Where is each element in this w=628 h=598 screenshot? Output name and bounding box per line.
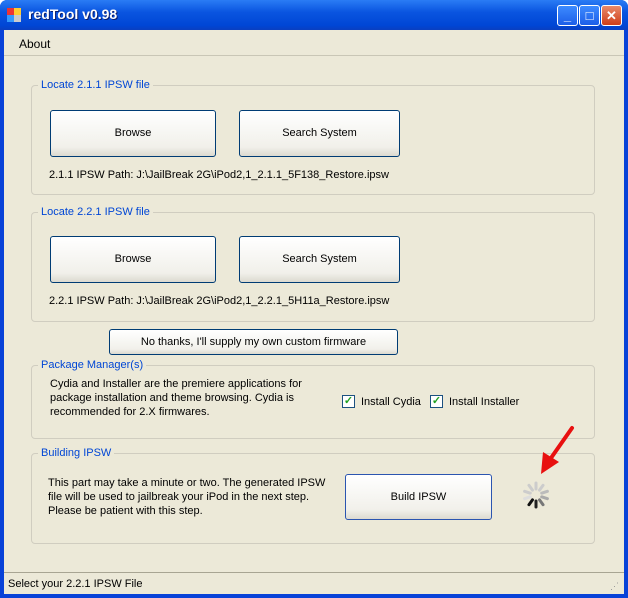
menu-about[interactable]: About xyxy=(19,37,50,51)
building-description: This part may take a minute or two. The … xyxy=(48,476,325,518)
maximize-button[interactable]: □ xyxy=(579,5,600,26)
status-bar: Select your 2.2.1 IPSW File ⋰ xyxy=(4,572,624,594)
path-211: 2.1.1 IPSW Path: J:\JailBreak 2G\iPod2,1… xyxy=(49,169,389,181)
install-cydia-checkbox[interactable]: ✓ xyxy=(342,395,355,408)
text-line: package installation and theme browsing.… xyxy=(50,392,294,404)
group-title: Building IPSW xyxy=(38,447,115,459)
package-description: Cydia and Installer are the premiere app… xyxy=(50,377,302,419)
group-locate-211: Locate 2.1.1 IPSW file Browse Search Sys… xyxy=(31,79,595,195)
app-icon xyxy=(7,8,21,22)
app-window: redTool v0.98 _ □ ✕ About Locate 2.1.1 I… xyxy=(0,0,628,598)
group-title: Package Manager(s) xyxy=(38,359,147,371)
status-text: Select your 2.2.1 IPSW File xyxy=(8,578,143,590)
install-installer-label[interactable]: Install Installer xyxy=(449,395,519,409)
red-arrow-annotation xyxy=(541,426,574,474)
browse-211-button[interactable]: Browse xyxy=(50,110,216,157)
close-button[interactable]: ✕ xyxy=(601,5,622,26)
minimize-button[interactable]: _ xyxy=(557,5,578,26)
text-line: Cydia and Installer are the premiere app… xyxy=(50,378,302,390)
search-system-211-button[interactable]: Search System xyxy=(239,110,400,157)
group-title: Locate 2.1.1 IPSW file xyxy=(38,79,153,91)
title-bar[interactable]: redTool v0.98 _ □ ✕ xyxy=(0,0,628,30)
resize-grip-icon[interactable]: ⋰ xyxy=(610,581,619,592)
group-locate-221: Locate 2.2.1 IPSW file Browse Search Sys… xyxy=(31,206,595,322)
search-system-221-button[interactable]: Search System xyxy=(239,236,400,283)
text-line: recommended for 2.X firmwares. xyxy=(50,406,210,418)
group-title: Locate 2.2.1 IPSW file xyxy=(38,206,153,218)
install-installer-checkbox[interactable]: ✓ xyxy=(430,395,443,408)
custom-firmware-button[interactable]: No thanks, I'll supply my own custom fir… xyxy=(109,329,398,355)
window-title: redTool v0.98 xyxy=(28,6,118,22)
text-line: This part may take a minute or two. The … xyxy=(48,477,326,489)
install-cydia-label[interactable]: Install Cydia xyxy=(361,395,421,409)
browse-221-button[interactable]: Browse xyxy=(50,236,216,283)
path-221: 2.2.1 IPSW Path: J:\JailBreak 2G\iPod2,1… xyxy=(49,295,390,307)
text-line: file will be used to jailbreak your iPod… xyxy=(48,491,310,503)
build-ipsw-button[interactable]: Build IPSW xyxy=(345,474,492,520)
text-line: Please be patient with this step. xyxy=(48,505,203,517)
menu-bar: About xyxy=(4,30,624,56)
client-area: About Locate 2.1.1 IPSW file Browse Sear… xyxy=(4,30,624,594)
